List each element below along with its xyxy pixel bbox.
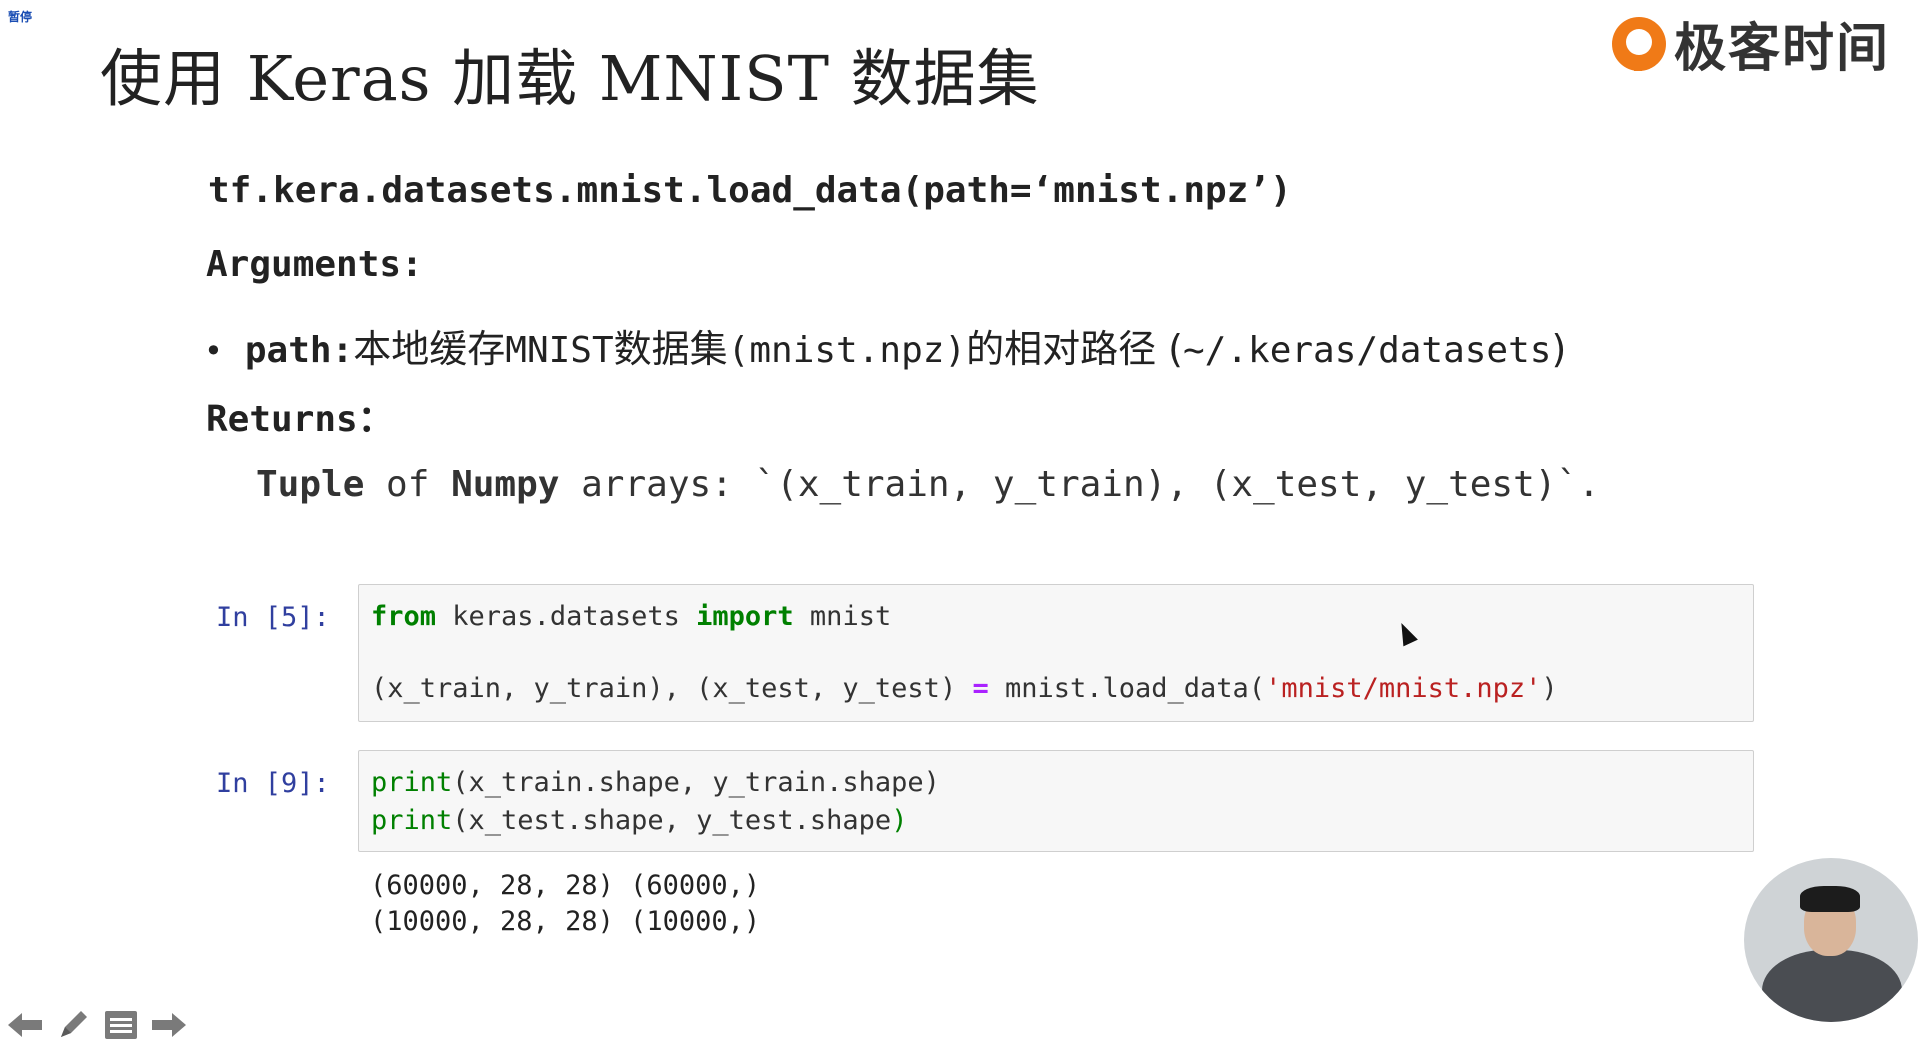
pause-badge[interactable]: 暂停 bbox=[8, 8, 32, 25]
returns-description: Tuple of Numpy arrays: `(x_train, y_trai… bbox=[256, 464, 1600, 505]
code-text: mnist bbox=[793, 601, 892, 632]
arrow-left-icon[interactable] bbox=[6, 1010, 44, 1040]
cell-2-output-line-2: (10000, 28, 28) (10000,) bbox=[370, 906, 761, 937]
code-text: (x_train.shape, y_train.shape) bbox=[452, 767, 940, 798]
presenter-webcam bbox=[1744, 858, 1918, 1022]
cell-1-line-1: from keras.datasets import mnist bbox=[371, 601, 891, 632]
code-text: ) bbox=[1541, 673, 1558, 704]
cell-1-code-input[interactable]: from keras.datasets import mnist (x_trai… bbox=[358, 584, 1754, 722]
brand-logo: 极客时间 bbox=[1611, 6, 1890, 81]
cell-2-line-1: print(x_train.shape, y_train.shape) bbox=[371, 767, 940, 798]
operator-equals: = bbox=[972, 673, 989, 704]
path-param-item: • path : 本地缓存 MNIST 数据集 (mnist.npz) 的相对路… bbox=[204, 318, 1566, 373]
builtin-print: print bbox=[371, 805, 453, 836]
returns-arrays: arrays: `(x_train, y_train), (x_test, y_… bbox=[559, 464, 1600, 505]
slide-title: 使用 Keras 加载 MNIST 数据集 bbox=[100, 42, 1040, 115]
cell-2-line-2: print(x_test.shape, y_test.shape) bbox=[371, 805, 907, 836]
returns-numpy: Numpy bbox=[451, 464, 560, 505]
string-literal: 'mnist/mnist.npz' bbox=[1265, 673, 1542, 704]
code-text: (x_train, y_train), (x_test, y_test) bbox=[371, 673, 973, 704]
cell-1-line-2: (x_train, y_train), (x_test, y_test) = m… bbox=[371, 673, 1558, 704]
param-desc-2: 数据集 bbox=[613, 327, 728, 371]
bullet-icon: • bbox=[204, 332, 223, 370]
returns-label: Returns： bbox=[206, 399, 394, 440]
arrow-right-icon[interactable] bbox=[150, 1010, 188, 1040]
keyword-from: from bbox=[371, 601, 437, 632]
code-text: keras.datasets bbox=[436, 601, 697, 632]
webcam-hair bbox=[1800, 886, 1860, 912]
keyword-import: import bbox=[696, 601, 794, 632]
code-text: (x_test.shape, y_test.shape bbox=[452, 805, 892, 836]
pencil-icon[interactable] bbox=[54, 1010, 92, 1040]
param-desc-1: 本地缓存 bbox=[353, 327, 506, 371]
cell-1-prompt: In [5]: bbox=[216, 602, 330, 633]
param-desc-4: ) bbox=[1551, 327, 1567, 371]
cell-2-code-input[interactable]: print(x_train.shape, y_train.shape) prin… bbox=[358, 750, 1754, 852]
param-mono-2: (mnist.npz) bbox=[727, 330, 967, 371]
menu-icon[interactable] bbox=[102, 1010, 140, 1040]
param-mono-3: ~/.keras/datasets bbox=[1183, 330, 1552, 371]
logo-text: 极客时间 bbox=[1673, 19, 1890, 79]
cell-2-prompt: In [9]: bbox=[216, 768, 330, 799]
param-desc-3: 的相对路径 ( bbox=[966, 327, 1183, 371]
code-paren: ) bbox=[891, 805, 908, 836]
cell-2-output-line-1: (60000, 28, 28) (60000,) bbox=[370, 870, 761, 901]
returns-tuple: Tuple bbox=[256, 464, 365, 505]
builtin-print: print bbox=[371, 767, 453, 798]
logo-mark-icon bbox=[1611, 16, 1666, 71]
webcam-body bbox=[1762, 950, 1902, 1022]
slide-nav bbox=[6, 1010, 188, 1040]
param-name: path bbox=[244, 330, 332, 371]
param-mono-1: MNIST bbox=[505, 330, 614, 371]
code-text: mnist.load_data( bbox=[988, 673, 1266, 704]
function-signature: tf.kera.datasets.mnist.load_data(path=‘m… bbox=[208, 170, 1292, 211]
returns-of: of bbox=[364, 464, 452, 505]
param-separator: : bbox=[331, 330, 354, 371]
arguments-label: Arguments: bbox=[206, 244, 423, 285]
